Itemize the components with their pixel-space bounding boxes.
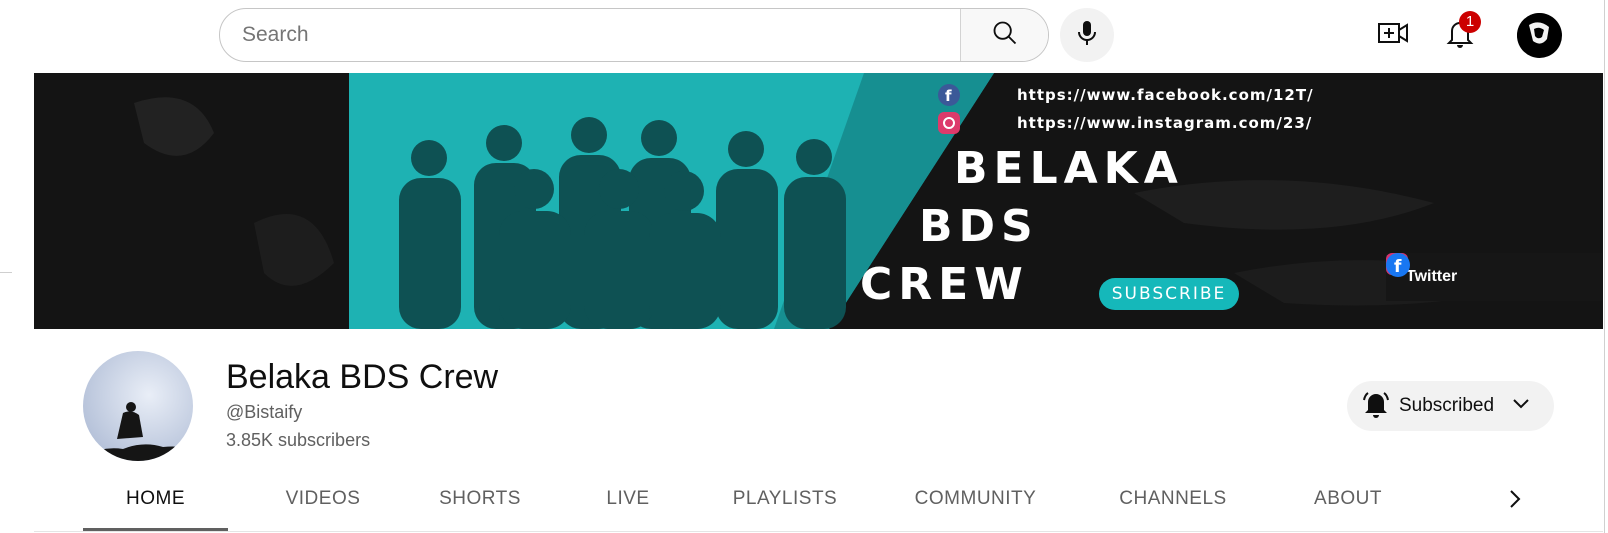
subscribed-label: Subscribed: [1399, 395, 1495, 416]
tab-home[interactable]: HOME: [83, 466, 228, 532]
tab-about[interactable]: ABOUT: [1288, 466, 1408, 532]
subscribed-button[interactable]: Subscribed: [1347, 381, 1554, 431]
search-button[interactable]: [960, 9, 1048, 61]
banner-title-line2: BDS: [919, 201, 1039, 252]
create-video-icon: [1377, 20, 1409, 51]
banner-artwork: f: [134, 73, 1534, 329]
search-box: [219, 8, 1049, 62]
search-input[interactable]: [220, 9, 960, 61]
channel-avatar[interactable]: [83, 351, 193, 461]
subscriber-count: 3.85K subscribers: [226, 430, 371, 450]
page-left-tick: [0, 272, 12, 273]
banner-social-links: Twitter f: [1386, 253, 1602, 301]
svg-text:f: f: [945, 87, 952, 105]
mic-icon: [1075, 19, 1099, 52]
tab-videos[interactable]: VIDEOS: [258, 466, 388, 532]
banner-facebook-link: https://www.facebook.com/12T/: [1017, 86, 1314, 104]
search-icon: [991, 19, 1019, 52]
tab-playlists[interactable]: PLAYLISTS: [710, 466, 860, 532]
chevron-down-icon: [1512, 397, 1530, 415]
create-button[interactable]: [1372, 14, 1414, 56]
svg-text:f: f: [1394, 257, 1402, 277]
notifications-button[interactable]: 1: [1439, 11, 1481, 56]
channel-handle: @Bistaify: [226, 402, 303, 422]
banner-instagram-link: https://www.instagram.com/23/: [1017, 114, 1313, 132]
tab-live[interactable]: LIVE: [573, 466, 683, 532]
voice-search-button[interactable]: [1060, 8, 1114, 62]
banner-subscribe-graphic: SUBSCRIBE: [1099, 278, 1239, 310]
tab-shorts[interactable]: SHORTS: [415, 466, 545, 532]
channel-banner: f https://www.facebook.com/12T/ https://…: [34, 73, 1603, 329]
page-edge-line: [1604, 0, 1605, 533]
notification-count-badge: 1: [1459, 11, 1481, 33]
account-avatar[interactable]: [1517, 13, 1562, 58]
notification-bell-icon: [1363, 390, 1389, 423]
banner-title-line3: CREW: [860, 259, 1029, 310]
chevron-right-icon: [1508, 489, 1522, 514]
channel-name: Belaka BDS Crew: [226, 358, 499, 396]
banner-title-line1: BELAKA: [954, 143, 1184, 194]
twitter-label: Twitter: [1406, 268, 1458, 285]
tab-channels[interactable]: CHANNELS: [1093, 466, 1253, 532]
tabs-scroll-right-button[interactable]: [1498, 484, 1532, 518]
tab-community[interactable]: COMMUNITY: [893, 466, 1058, 532]
tabs-divider: [34, 531, 1603, 532]
